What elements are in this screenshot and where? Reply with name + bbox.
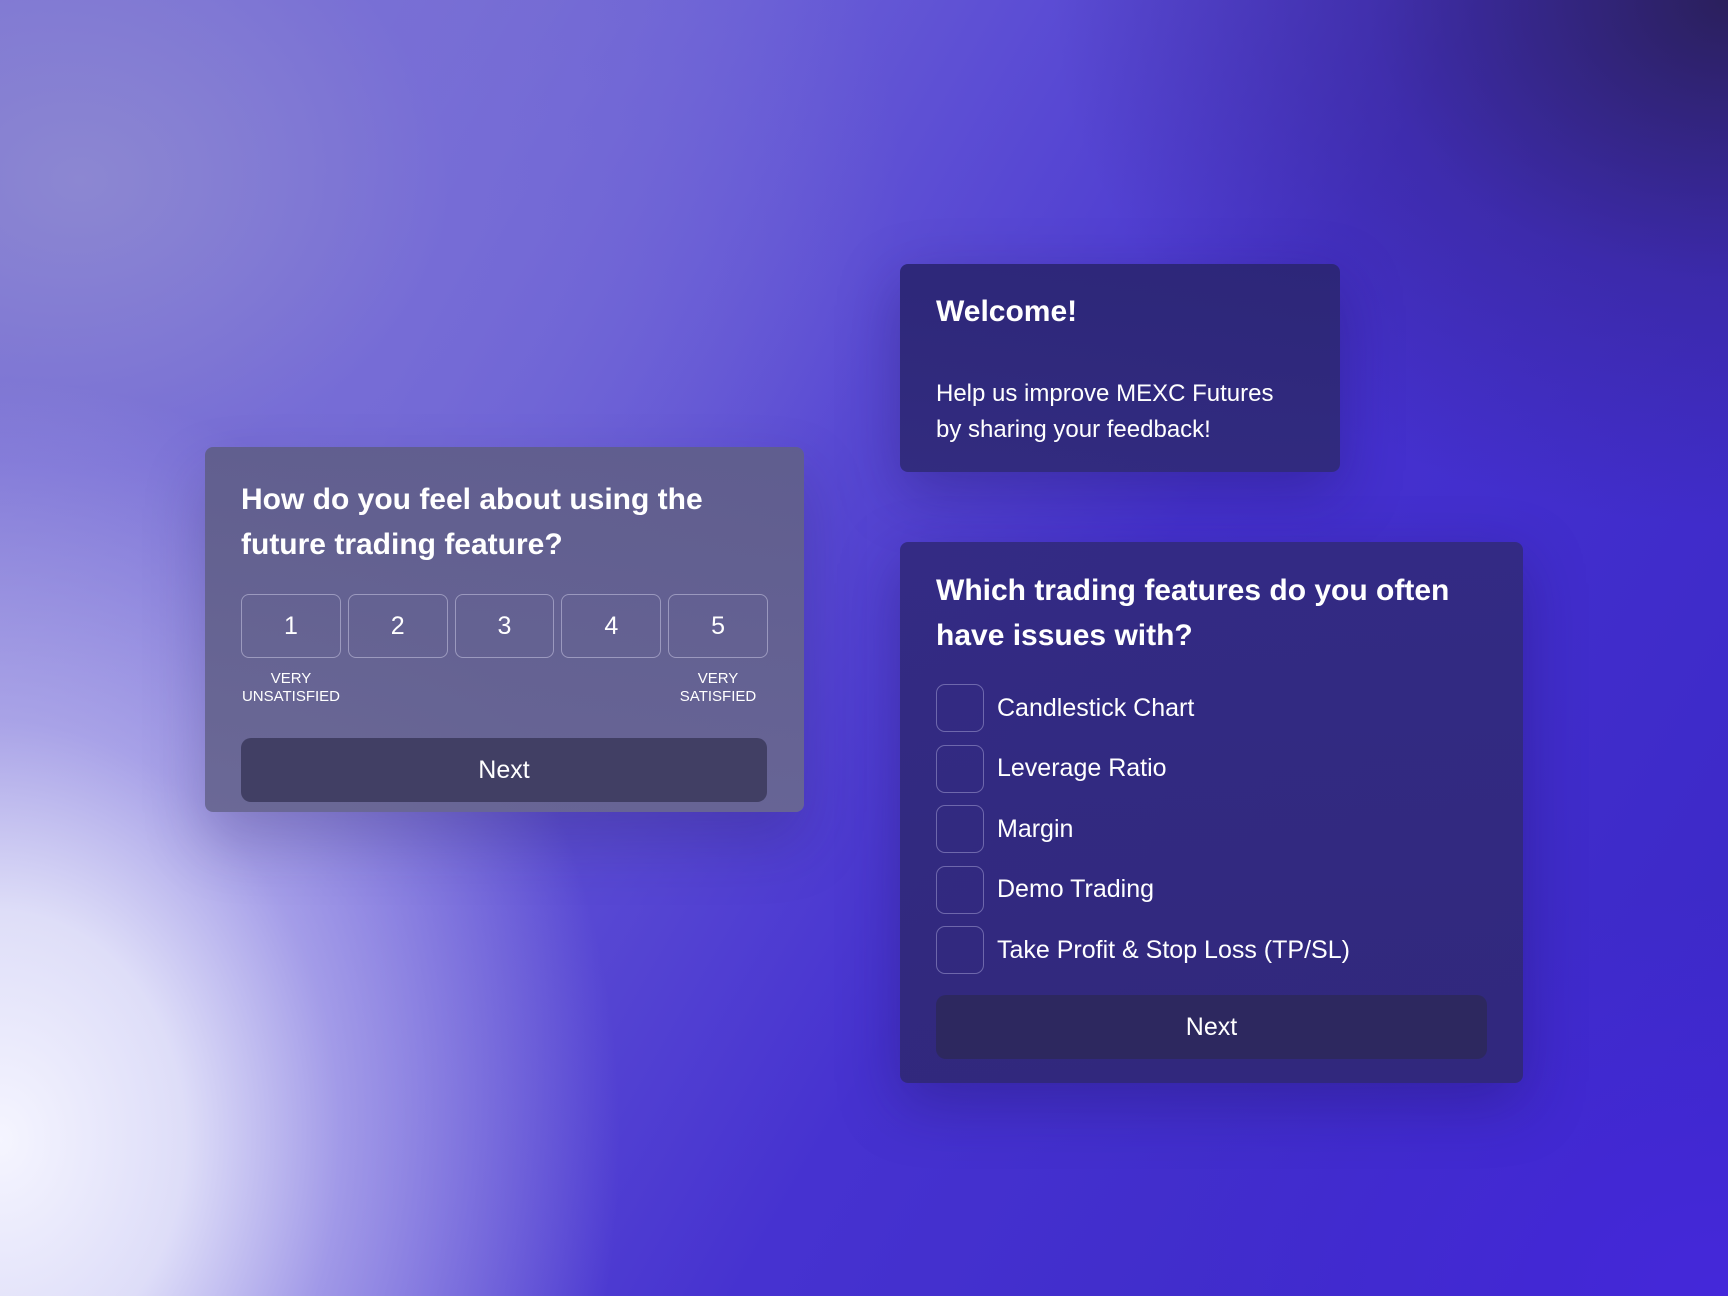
rating-low-label-line2: UNSATISFIED — [241, 688, 341, 705]
issues-question: Which trading features do you often have… — [936, 574, 1450, 652]
rating-low-label-line1: VERY — [270, 670, 312, 687]
option-label: Candlestick Chart — [997, 693, 1195, 722]
rating-option-1[interactable]: 1 — [241, 594, 341, 658]
welcome-message: Help us improve MEXC Futures by sharing … — [936, 376, 1304, 448]
checkbox-margin[interactable] — [936, 805, 984, 853]
welcome-title: Welcome! — [936, 295, 1078, 328]
rating-scale: 1 2 3 4 5 — [241, 594, 768, 658]
rating-high-label: VERY SATISFIED — [668, 670, 768, 706]
option-demo-trading[interactable]: Demo Trading — [936, 865, 1487, 914]
rating-survey-card: How do you feel about using the future t… — [205, 447, 804, 812]
checkbox-candlestick-chart[interactable] — [936, 684, 984, 732]
issues-options-list: Candlestick Chart Leverage Ratio Margin … — [936, 684, 1487, 974]
welcome-message-line1: Help us improve MEXC Futures — [936, 380, 1274, 407]
option-label: Margin — [997, 814, 1074, 843]
option-margin[interactable]: Margin — [936, 805, 1487, 853]
option-label: Demo Trading — [997, 875, 1155, 903]
option-candlestick-chart[interactable]: Candlestick Chart — [936, 684, 1487, 732]
issues-next-button[interactable]: Next — [936, 995, 1487, 1059]
rating-question: How do you feel about using the future t… — [241, 483, 703, 561]
rating-scale-labels: VERY UNSATISFIED VERY SATISFIED — [241, 670, 768, 714]
issues-survey-card: Which trading features do you often have… — [900, 542, 1523, 1083]
rating-high-label-line1: VERY — [697, 670, 739, 687]
rating-option-2[interactable]: 2 — [347, 594, 448, 658]
option-leverage-ratio[interactable]: Leverage Ratio — [936, 744, 1487, 793]
option-label: Leverage Ratio — [997, 754, 1167, 782]
rating-low-label: VERY UNSATISFIED — [241, 670, 341, 706]
option-label: Take Profit & Stop Loss (TP/SL) — [997, 935, 1350, 964]
rating-next-button[interactable]: Next — [241, 738, 767, 802]
rating-option-5[interactable]: 5 — [668, 594, 768, 658]
rating-option-3[interactable]: 3 — [454, 594, 555, 658]
checkbox-leverage-ratio[interactable] — [936, 744, 984, 793]
option-take-profit-stop-loss[interactable]: Take Profit & Stop Loss (TP/SL) — [936, 926, 1487, 974]
checkbox-take-profit-stop-loss[interactable] — [936, 926, 984, 974]
welcome-message-line2: by sharing your feedback! — [936, 416, 1211, 443]
welcome-card: Welcome! Help us improve MEXC Futures by… — [900, 264, 1340, 472]
rating-high-label-line2: SATISFIED — [679, 688, 757, 705]
rating-option-4[interactable]: 4 — [561, 594, 662, 658]
checkbox-demo-trading[interactable] — [936, 865, 984, 914]
